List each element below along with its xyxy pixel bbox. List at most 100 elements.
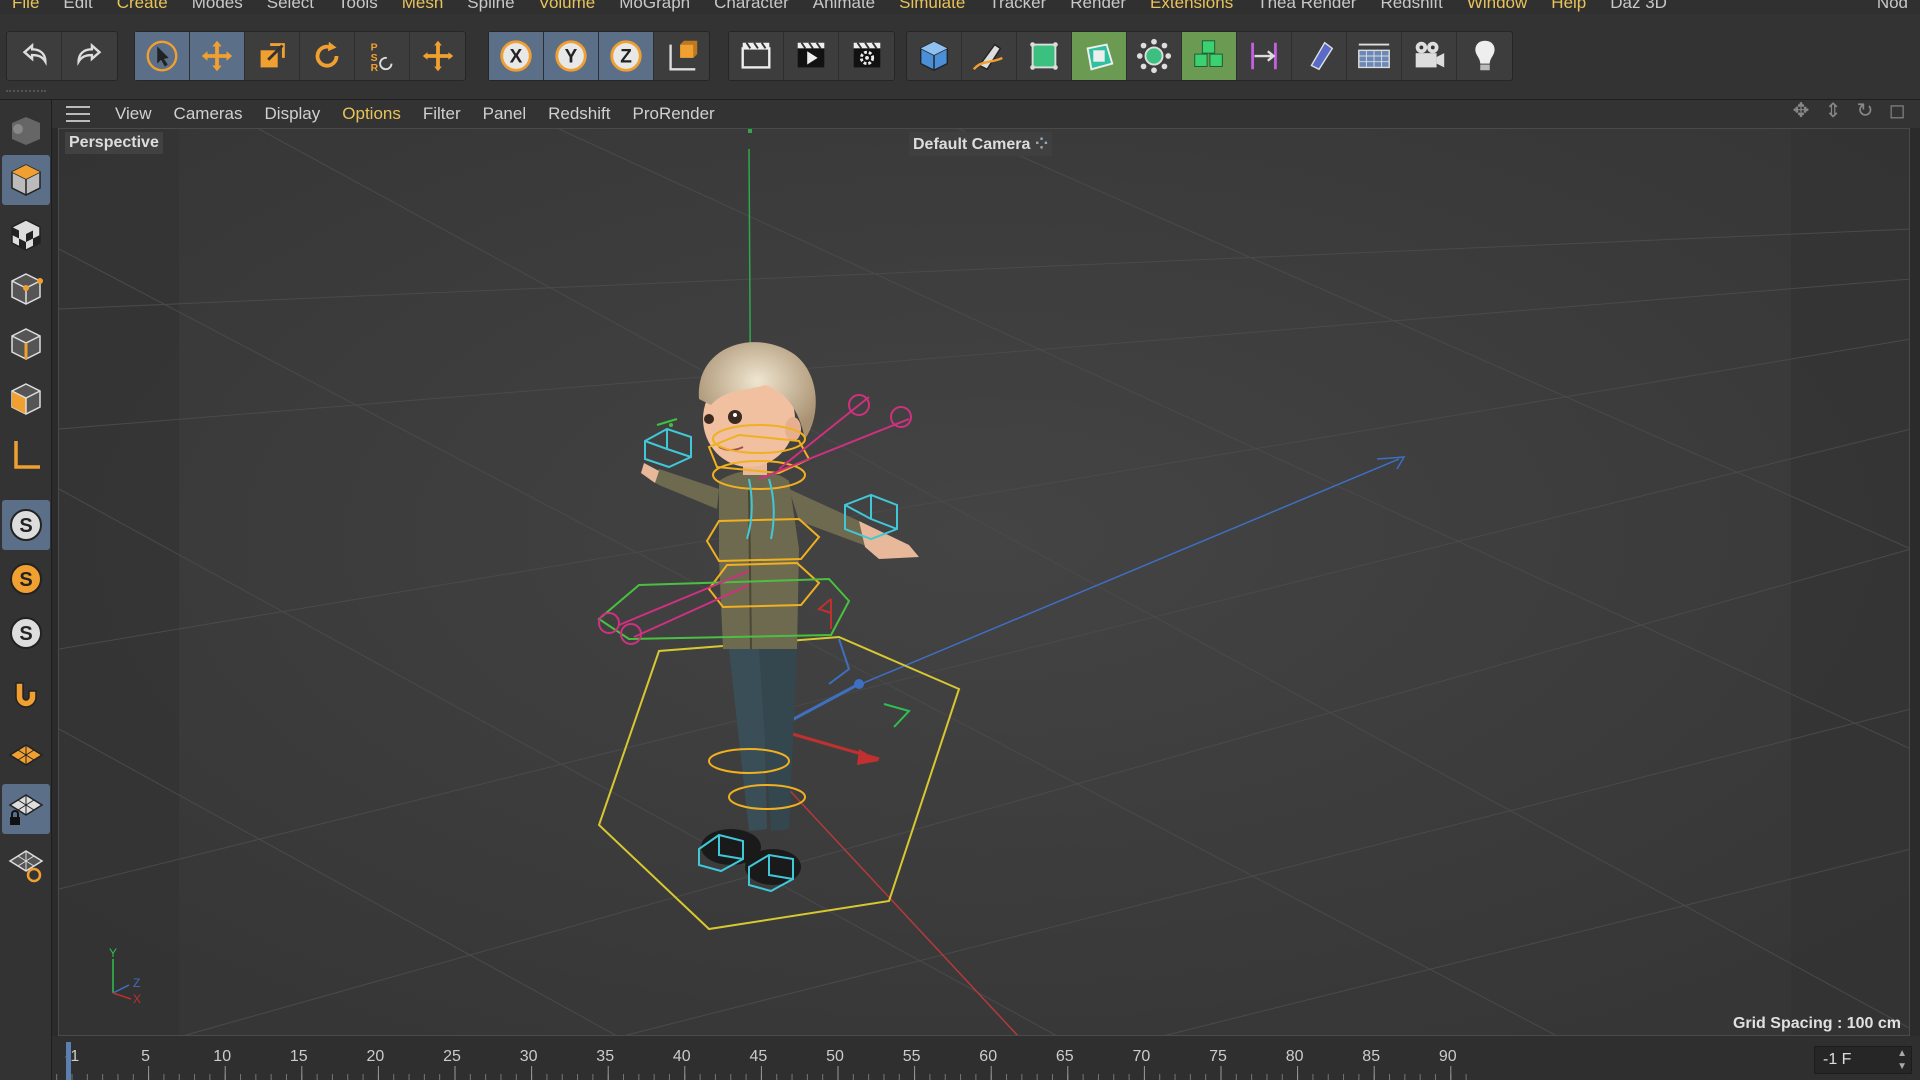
redo-button[interactable]: [62, 32, 117, 80]
solo-icon: S: [10, 617, 42, 649]
scale-tool-button[interactable]: [245, 32, 300, 80]
toggle-layout-icon[interactable]: ◻: [1886, 100, 1908, 122]
lock-workplane-button[interactable]: [2, 784, 50, 834]
mograph-cloner-button[interactable]: [1127, 32, 1182, 80]
menu-item-help[interactable]: Help: [1539, 0, 1598, 11]
timeline-playhead[interactable]: [66, 1042, 71, 1080]
psr-button[interactable]: PSR: [355, 32, 410, 80]
viewport-menu-filter[interactable]: Filter: [412, 104, 472, 124]
viewport-menu-options[interactable]: Options: [331, 104, 412, 124]
gizmo-x-label: X: [133, 992, 141, 1005]
viewport-view-name[interactable]: Perspective: [65, 132, 163, 154]
z-axis-lock-button[interactable]: Z: [599, 32, 654, 80]
viewport-camera-name[interactable]: Default Camera ⁘: [909, 132, 1053, 156]
viewport-menu-prorender[interactable]: ProRender: [622, 104, 726, 124]
snap-button[interactable]: S: [2, 500, 50, 550]
zoom-view-icon[interactable]: ⇕: [1822, 100, 1844, 122]
deformer-button[interactable]: [1237, 32, 1292, 80]
select-tool-button[interactable]: [135, 32, 190, 80]
svg-text:Z: Z: [620, 47, 632, 68]
render-region-button[interactable]: [729, 32, 784, 80]
render-settings-button[interactable]: [839, 32, 894, 80]
pen-button[interactable]: [962, 32, 1017, 80]
timeline-tick-label: 25: [443, 1048, 461, 1065]
pan-view-icon[interactable]: ✥: [1790, 100, 1812, 122]
magnet-button[interactable]: [2, 670, 50, 720]
solo-button[interactable]: S: [2, 608, 50, 658]
light-button[interactable]: [1457, 32, 1512, 80]
menu-item-window[interactable]: Window: [1455, 0, 1539, 11]
menu-item-daz-3d[interactable]: Daz 3D: [1598, 0, 1679, 11]
menu-item-redshift[interactable]: Redshift: [1368, 0, 1454, 11]
field-button[interactable]: [1292, 32, 1347, 80]
extrude-button[interactable]: [1072, 32, 1127, 80]
frame-stepper-icon[interactable]: ▲ ▼: [1897, 1047, 1907, 1073]
undo-button[interactable]: [7, 32, 62, 80]
model-mode-button[interactable]: [2, 155, 50, 205]
3d-viewport[interactable]: Perspective Default Camera ⁘ Grid Spacin…: [58, 128, 1910, 1036]
viewport-menu-redshift[interactable]: Redshift: [537, 104, 621, 124]
toolbar-grip[interactable]: [6, 90, 46, 94]
timeline-ticks[interactable]: -1 5 10 15 20 25 30 35 40 45 50 55 60 65 70 75 80 85 90: [52, 1036, 1920, 1080]
cubes-button[interactable]: [1182, 32, 1237, 80]
menu-item-select[interactable]: Select: [255, 0, 326, 11]
menu-item-create[interactable]: Create: [105, 0, 180, 11]
points-mode-icon: [11, 273, 43, 305]
move-tool-button[interactable]: [190, 32, 245, 80]
timeline-tick-label: 35: [596, 1048, 614, 1065]
viewport-menu-panel[interactable]: Panel: [472, 104, 537, 124]
timeline-tick-label: 70: [1133, 1048, 1151, 1065]
menu-item-tracker[interactable]: Tracker: [977, 0, 1058, 11]
left-mode-palette: S S S: [0, 100, 52, 1080]
menu-item-node-editor[interactable]: Nod: [1865, 0, 1920, 11]
edges-mode-button[interactable]: [2, 319, 50, 369]
menu-item-thea-render[interactable]: Thea Render: [1245, 0, 1368, 11]
coordinate-system-button[interactable]: [654, 32, 709, 80]
svg-text:X: X: [510, 47, 523, 68]
camera-button[interactable]: [1402, 32, 1457, 80]
axis-mode-button[interactable]: [2, 430, 50, 480]
workplane-rotate-button[interactable]: [2, 840, 50, 890]
rotate-view-icon[interactable]: ↻: [1854, 100, 1876, 122]
viewport-menu-view[interactable]: View: [104, 104, 163, 124]
menu-item-modes[interactable]: Modes: [180, 0, 255, 11]
polygons-mode-button[interactable]: [2, 374, 50, 424]
rotate-tool-button[interactable]: [300, 32, 355, 80]
viewport-menu-display[interactable]: Display: [254, 104, 332, 124]
mograph-cloner-icon: [1136, 38, 1172, 74]
snap-settings-button[interactable]: S: [2, 554, 50, 604]
svg-text:R: R: [371, 63, 379, 74]
menu-item-spline[interactable]: Spline: [455, 0, 526, 11]
menu-item-animate[interactable]: Animate: [801, 0, 887, 11]
viewport-menu-cameras[interactable]: Cameras: [163, 104, 254, 124]
coordinate-system-icon: [668, 40, 697, 71]
lock-workplane-icon: [8, 794, 44, 825]
menu-item-character[interactable]: Character: [702, 0, 801, 11]
grid-spacing-readout: Grid Spacing : 100 cm: [1732, 1015, 1901, 1032]
workplane-button[interactable]: [2, 730, 50, 780]
menu-item-tools[interactable]: Tools: [326, 0, 390, 11]
floor-button[interactable]: [1347, 32, 1402, 80]
make-editable-button[interactable]: [2, 104, 50, 154]
menu-item-render[interactable]: Render: [1058, 0, 1138, 11]
add-tool-button[interactable]: [410, 32, 465, 80]
menu-item-extensions[interactable]: Extensions: [1138, 0, 1245, 11]
menu-item-mograph[interactable]: MoGraph: [607, 0, 702, 11]
subdivision-surface-button[interactable]: [1017, 32, 1072, 80]
points-mode-button[interactable]: [2, 264, 50, 314]
render-view-button[interactable]: [784, 32, 839, 80]
cubes-icon: [1194, 40, 1223, 67]
viewport-hamburger-icon[interactable]: [66, 106, 90, 122]
menu-item-file[interactable]: File: [0, 0, 51, 11]
cube-button[interactable]: [907, 32, 962, 80]
menu-item-mesh[interactable]: Mesh: [390, 0, 456, 11]
texture-mode-button[interactable]: [2, 210, 50, 260]
current-frame-field[interactable]: -1 F ▲ ▼: [1814, 1046, 1912, 1074]
menu-item-edit[interactable]: Edit: [51, 0, 104, 11]
menu-item-simulate[interactable]: Simulate: [887, 0, 977, 11]
x-axis-lock-button[interactable]: X: [489, 32, 544, 80]
menu-item-volume[interactable]: Volume: [527, 0, 608, 11]
y-axis-lock-button[interactable]: Y: [544, 32, 599, 80]
timeline-ruler[interactable]: -1 5 10 15 20 25 30 35 40 45 50 55 60 65 70 75 80 85 90 -1…: [52, 1036, 1920, 1080]
edges-mode-icon: [11, 328, 41, 360]
